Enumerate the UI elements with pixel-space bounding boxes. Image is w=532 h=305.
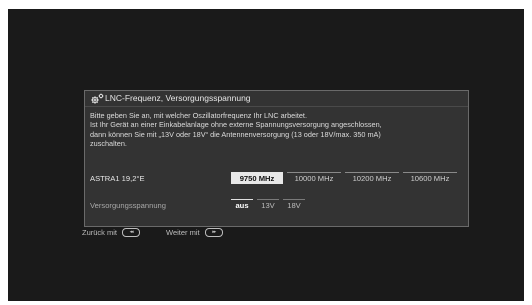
back-hint[interactable]: Zurück mit ◂◂ xyxy=(82,227,141,238)
frequency-option-10600[interactable]: 10600 MHz xyxy=(403,172,457,184)
voltage-option-off[interactable]: aus xyxy=(231,199,253,211)
description-line: Bitte geben Sie an, mit welcher Oszillat… xyxy=(90,111,307,120)
gear-icon xyxy=(91,93,104,104)
description-line: zuschalten. xyxy=(90,138,127,148)
rewind-key-icon: ◂◂ xyxy=(122,227,141,237)
voltage-option-18v[interactable]: 18V xyxy=(283,199,305,211)
dialog-title: LNC-Frequenz, Versorgungsspannung xyxy=(105,93,251,103)
back-label: Zurück mit xyxy=(82,228,118,237)
frequency-option-10200[interactable]: 10200 MHz xyxy=(345,172,399,184)
voltage-label: Versorgungsspannung xyxy=(90,201,166,210)
tv-screen: LNC-Frequenz, Versorgungsspannung Bitte … xyxy=(8,9,524,301)
forward-hint[interactable]: Weiter mit ▸▸ xyxy=(166,227,223,238)
frequency-option-9750[interactable]: 9750 MHz xyxy=(231,172,283,184)
dialog-description: Bitte geben Sie an, mit welcher Oszillat… xyxy=(90,111,465,148)
dialog-header: LNC-Frequenz, Versorgungsspannung xyxy=(85,91,468,107)
voltage-option-13v[interactable]: 13V xyxy=(257,199,279,211)
lnb-settings-dialog: LNC-Frequenz, Versorgungsspannung Bitte … xyxy=(84,90,469,227)
fast-forward-key-icon: ▸▸ xyxy=(204,227,223,237)
forward-label: Weiter mit xyxy=(166,228,200,237)
satellite-label: ASTRA1 19,2°E xyxy=(90,174,145,183)
frequency-option-10000[interactable]: 10000 MHz xyxy=(287,172,341,184)
description-line: dann können Sie mit „13V oder 18V“ die A… xyxy=(90,129,381,139)
description-line: Ist Ihr Gerät an einer Einkabelanlage oh… xyxy=(90,120,382,130)
dialog-footer: Zurück mit ◂◂ Weiter mit ▸▸ xyxy=(76,226,461,242)
